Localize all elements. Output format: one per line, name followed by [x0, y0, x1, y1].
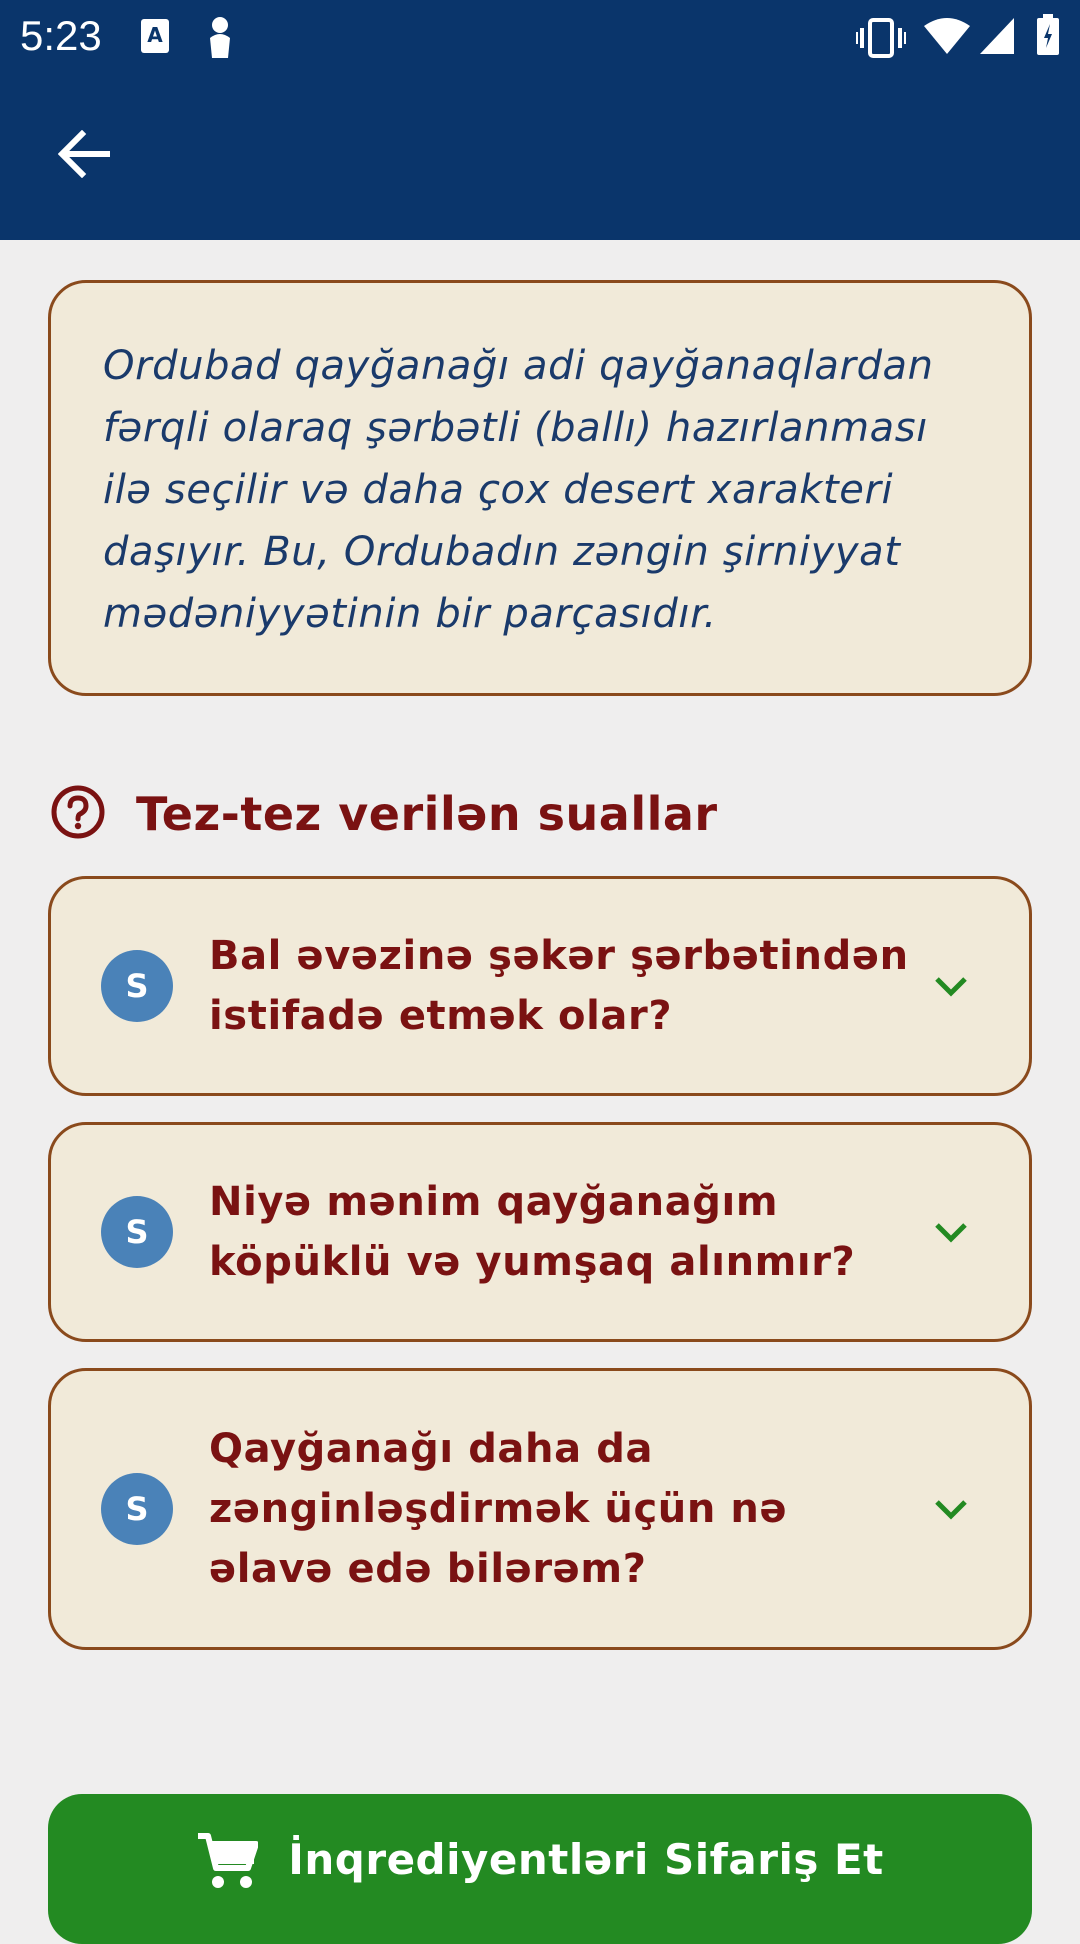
intro-card: Ordubad qayğanağı adi qayğanaqlardan fər… [48, 280, 1032, 696]
faq-question: Niyə mənim qayğanağım köpüklü və yumşaq … [209, 1179, 856, 1285]
status-time: 5:23 [20, 12, 102, 59]
faq-title: Tez-tez verilən suallar [136, 787, 718, 841]
question-circle-icon [50, 784, 106, 845]
signal-icon [980, 18, 1014, 59]
faq-item[interactable]: S Bal əvəzinə şəkər şərbətindən istifadə… [48, 876, 1032, 1096]
battery-icon [1036, 14, 1060, 61]
chevron-down-icon [931, 966, 971, 1006]
faq-question: Bal əvəzinə şəkər şərbətindən istifadə e… [209, 933, 909, 1039]
cart-icon [196, 1832, 260, 1895]
chevron-down-icon [931, 1489, 971, 1529]
vibrate-icon [856, 18, 906, 63]
faq-question: Qayğanağı daha da zənginləşdirmək üçün n… [209, 1426, 788, 1592]
intro-text: Ordubad qayğanağı adi qayğanaqlardan fər… [103, 343, 934, 637]
faq-avatar: S [101, 1196, 173, 1268]
app-bar [0, 72, 1080, 240]
status-bar: 5:23 A [0, 0, 1080, 72]
order-button-label: İnqrediyentləri Sifariş Et [288, 1835, 884, 1884]
person-icon [206, 16, 234, 63]
chevron-down-icon [931, 1212, 971, 1252]
svg-text:A: A [147, 23, 163, 47]
faq-item[interactable]: S Niyə mənim qayğanağım köpüklü və yumşa… [48, 1122, 1032, 1342]
arrow-left-icon [57, 129, 111, 183]
back-button[interactable] [44, 116, 124, 196]
faq-item[interactable]: S Qayğanağı daha da zənginləşdirmək üçün… [48, 1368, 1032, 1650]
wifi-icon [924, 18, 970, 59]
faq-avatar: S [101, 1473, 173, 1545]
faq-header: Tez-tez verilən suallar [50, 776, 718, 852]
faq-avatar: S [101, 950, 173, 1022]
order-ingredients-button[interactable]: İnqrediyentləri Sifariş Et [48, 1794, 1032, 1944]
a-notification-icon: A [140, 18, 170, 59]
